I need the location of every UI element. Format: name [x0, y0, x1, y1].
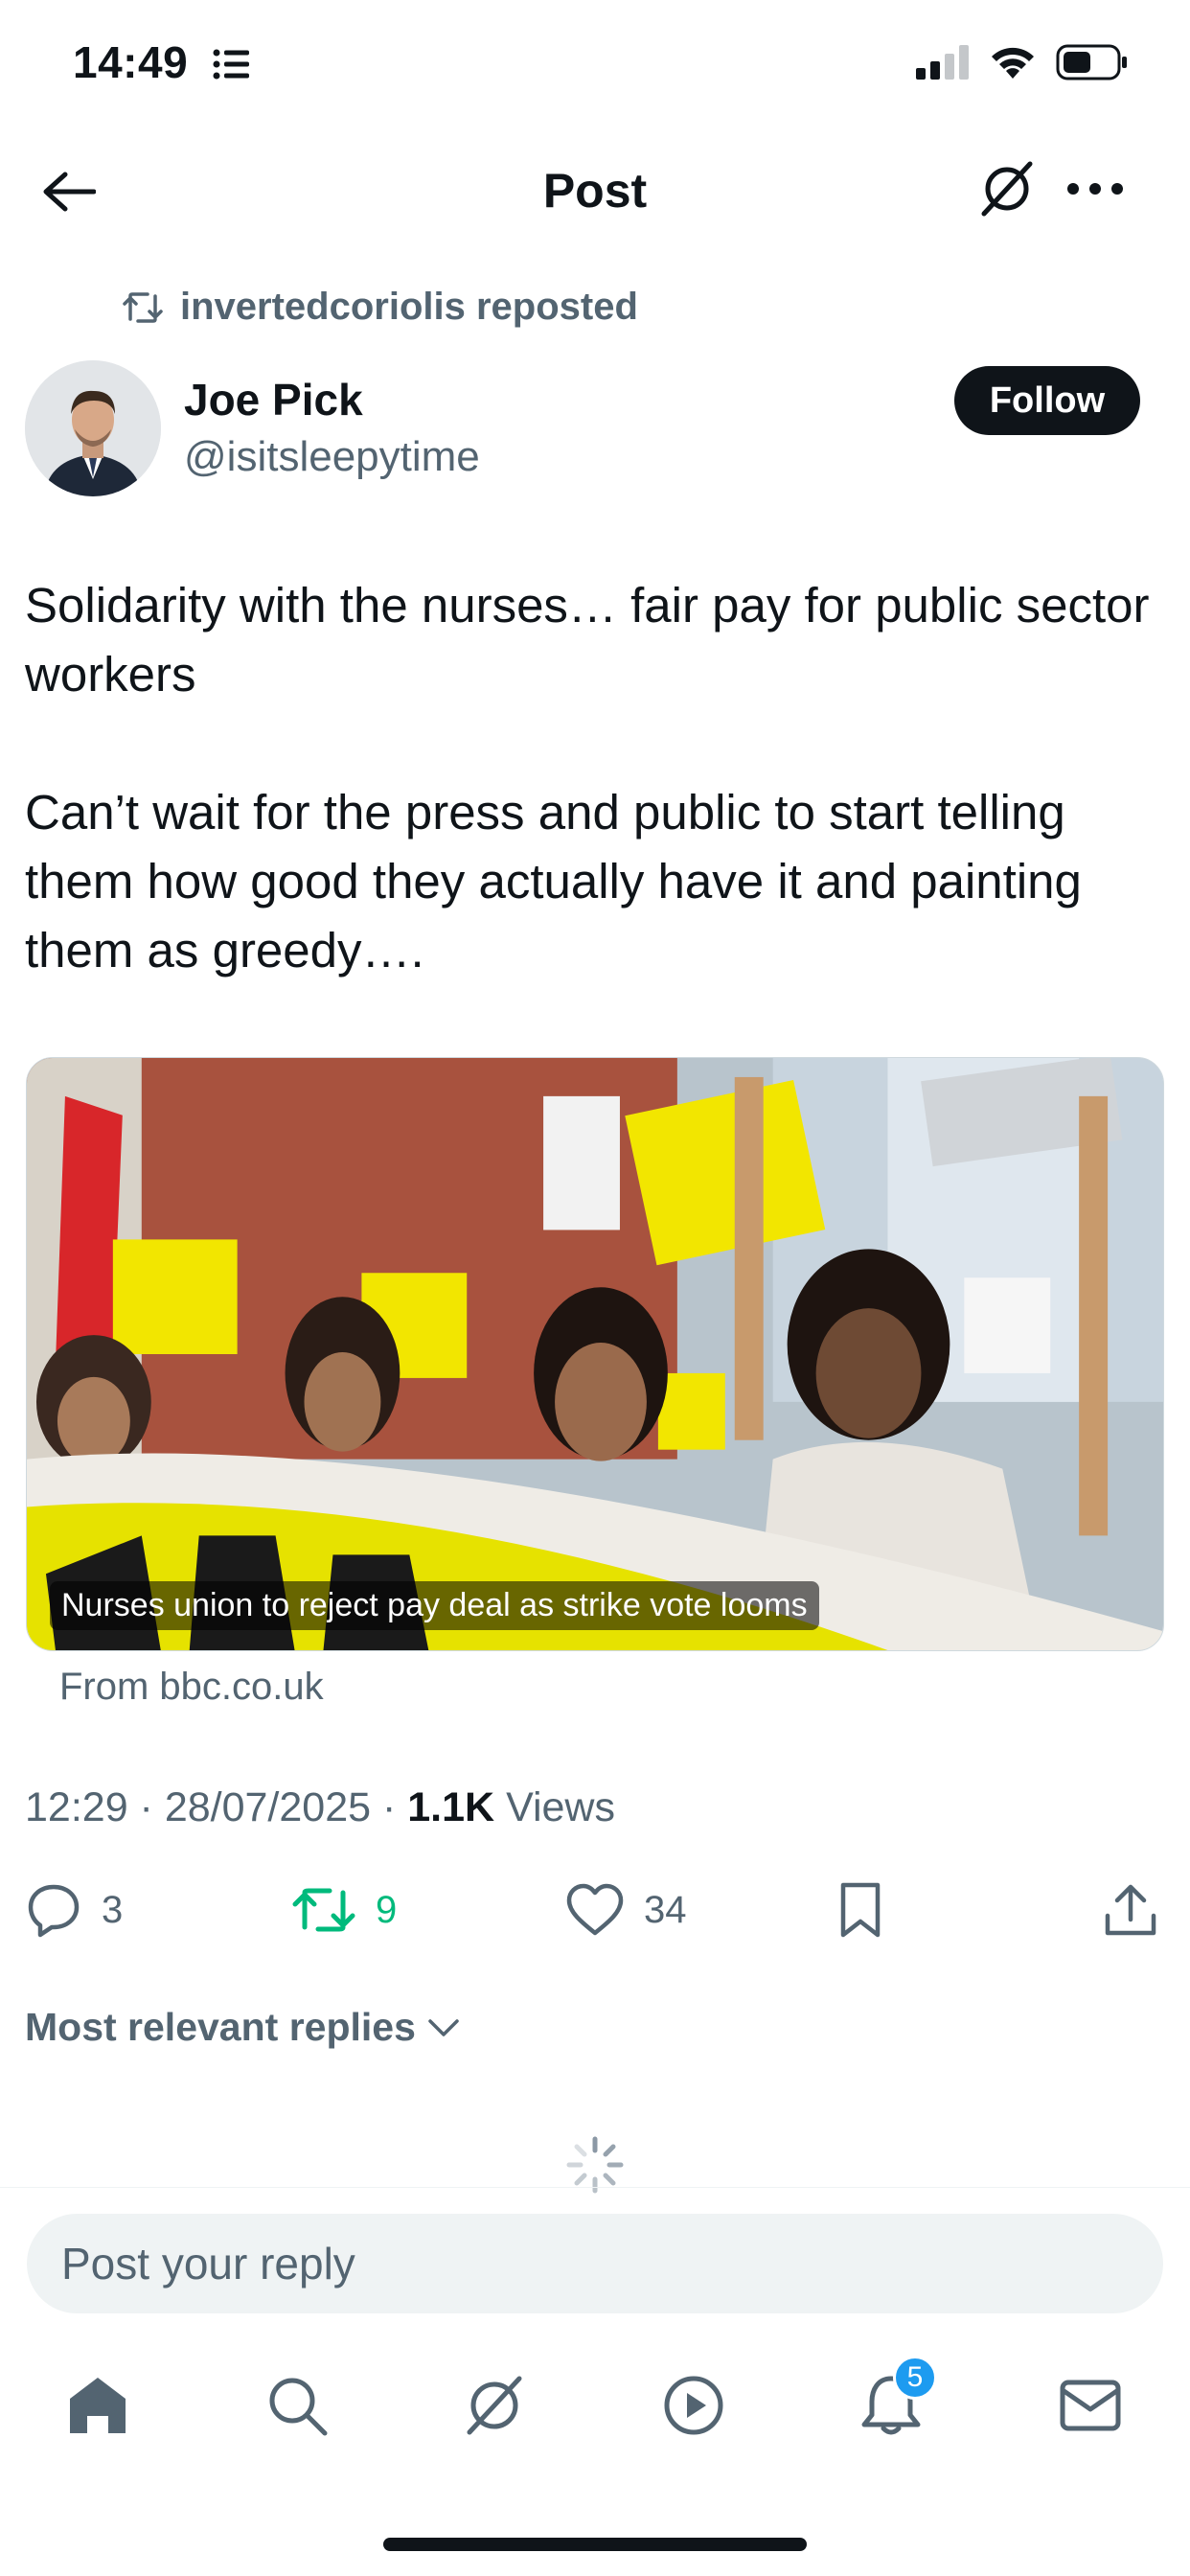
bookmark-icon [840, 1882, 881, 1938]
share-icon [1105, 1884, 1156, 1936]
like-count: 34 [644, 1888, 687, 1931]
link-preview-image [27, 1058, 1163, 1650]
battery-icon [1056, 44, 1127, 80]
author-name[interactable]: Joe Pick [184, 374, 363, 426]
post-body: Solidarity with the nurses… fair pay for… [25, 571, 1165, 1054]
post-time: 12:29 [25, 1784, 128, 1830]
status-bar: 14:49 [0, 0, 1190, 129]
link-card-caption: Nurses union to reject pay deal as strik… [50, 1581, 819, 1630]
reply-button[interactable]: 3 [25, 1876, 123, 1944]
home-icon [70, 2378, 126, 2433]
status-indicators [916, 44, 1129, 80]
bottom-navigation: 5 [0, 2356, 1190, 2444]
view-count: 1.1K [407, 1784, 495, 1830]
repost-indicator[interactable]: invertedcoriolis reposted [121, 286, 638, 329]
post-date: 28/07/2025 [164, 1784, 372, 1830]
play-circle-icon [664, 2376, 723, 2435]
share-button[interactable] [1104, 1876, 1157, 1944]
nav-home[interactable] [59, 2367, 136, 2444]
nav-video[interactable] [655, 2367, 732, 2444]
avatar[interactable] [25, 360, 161, 496]
link-source[interactable]: From bbc.co.uk [59, 1666, 324, 1709]
wifi-icon [992, 47, 1034, 79]
repost-label: invertedcoriolis reposted [180, 286, 638, 328]
nav-grok[interactable] [456, 2367, 533, 2444]
search-icon [269, 2378, 328, 2436]
notifications-badge: 5 [893, 2356, 937, 2400]
grok-icon [467, 2376, 522, 2435]
home-indicator[interactable] [383, 2538, 807, 2551]
loading-spinner-icon [566, 2136, 624, 2194]
author-handle[interactable]: @isitsleepytime [184, 433, 480, 481]
post-timestamp: 12:29 · 28/07/2025 · 1.1K Views [25, 1784, 615, 1830]
replies-sort-label: Most relevant replies [25, 2005, 416, 2049]
replies-sort-dropdown[interactable]: Most relevant replies [25, 2005, 460, 2050]
more-options-button[interactable] [1062, 155, 1129, 222]
avatar-photo [25, 360, 161, 496]
repost-icon [123, 291, 163, 323]
reply-composer[interactable] [27, 2214, 1163, 2313]
composer-divider [0, 2187, 1190, 2188]
post-paragraph: Can’t wait for the press and public to s… [25, 785, 1082, 978]
nav-search[interactable] [259, 2367, 335, 2444]
post-header: Post [0, 144, 1190, 240]
reply-count: 3 [102, 1888, 124, 1931]
link-preview-card[interactable]: Nurses union to reject pay deal as strik… [26, 1057, 1164, 1651]
like-button[interactable]: 34 [565, 1876, 687, 1944]
grok-button[interactable] [973, 155, 1041, 222]
nav-messages[interactable] [1052, 2367, 1129, 2444]
views-label: Views [506, 1784, 615, 1830]
repost-button[interactable]: 9 [291, 1876, 397, 1944]
heart-icon [566, 1883, 624, 1936]
more-dots-icon [1067, 183, 1123, 195]
bookmark-button[interactable] [837, 1876, 883, 1944]
mail-icon [1060, 2380, 1121, 2431]
repost-count: 9 [376, 1888, 398, 1931]
chevron-down-icon [428, 2018, 459, 2036]
reply-input[interactable] [27, 2214, 1163, 2313]
status-time: 14:49 [73, 37, 189, 87]
nav-notifications[interactable]: 5 [853, 2356, 937, 2444]
follow-button[interactable]: Follow [954, 366, 1140, 435]
grok-icon [981, 161, 1033, 217]
focus-list-icon [213, 49, 249, 80]
cellular-signal-icon [916, 45, 969, 80]
reply-icon [28, 1884, 80, 1938]
repost-icon [292, 1888, 355, 1932]
post-paragraph: Solidarity with the nurses… fair pay for… [25, 578, 1150, 702]
